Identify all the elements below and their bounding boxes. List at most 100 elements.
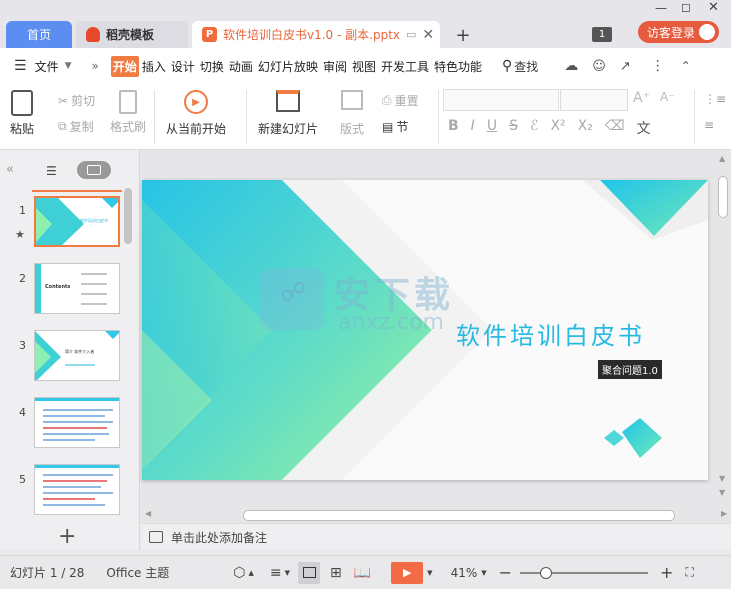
monitor-icon[interactable]: ▭ (406, 28, 416, 41)
superscript-icon[interactable]: X² (550, 118, 565, 138)
menu-developer[interactable]: 开发工具 (379, 56, 431, 77)
brush-icon (119, 90, 137, 114)
double-chevron-icon[interactable]: » (92, 59, 99, 73)
close-window-icon[interactable]: ✕ (708, 0, 719, 15)
subscript-icon[interactable]: X₂ (578, 118, 593, 138)
font-grow-icon[interactable]: A⁺ (633, 90, 650, 106)
caret-icon[interactable]: ▼ (427, 569, 432, 577)
scroll-down-icon[interactable]: ▼ (719, 474, 725, 483)
slide-thumbnail-3[interactable]: 简介 软件介入者 (34, 330, 120, 381)
zoom-slider-knob[interactable] (540, 566, 552, 579)
font-size-select[interactable] (560, 89, 628, 111)
minimize-icon[interactable]: — (655, 1, 667, 15)
search-icon[interactable]: ⚲ (502, 58, 512, 74)
menu-start[interactable]: 开始 (110, 55, 139, 77)
scroll-up-icon[interactable]: ▲ (719, 154, 725, 163)
notes-toggle-icon[interactable]: ≡ (270, 565, 282, 581)
menu-slideshow[interactable]: 幻灯片放映 (256, 56, 320, 77)
scroll-down-icon[interactable]: ▼ (719, 488, 725, 497)
slide-thumbnail-4[interactable] (34, 397, 120, 448)
play-from-current-button[interactable]: ▶ 从当前开始 (166, 90, 226, 137)
slide-thumbnail-2[interactable]: Contents (34, 263, 120, 314)
more-icon[interactable]: ⋮ (651, 58, 665, 74)
chevron-down-icon[interactable]: ▼ (65, 61, 72, 71)
new-slide-button[interactable]: 新建幻灯片 (258, 90, 318, 137)
pptx-file-icon: P (202, 27, 217, 42)
caret-icon[interactable]: ▼ (285, 569, 290, 577)
scroll-right-icon[interactable]: ▶ (721, 509, 727, 518)
menu-review[interactable]: 审阅 (321, 56, 349, 77)
menu-special[interactable]: 特色功能 (432, 56, 484, 77)
reset-button[interactable]: ⎙ 重置 (382, 92, 419, 109)
new-tab-button[interactable]: + (452, 24, 474, 46)
tab-document[interactable]: P 软件培训白皮书v1.0 - 副本.pptx ▭ ✕ (192, 21, 440, 48)
caret-icon[interactable]: ▲ (248, 569, 253, 577)
login-button[interactable]: 访客登录 (638, 21, 719, 43)
collapse-ribbon-icon[interactable]: ⌃ (681, 59, 691, 73)
font-shrink-icon[interactable]: A⁻ (660, 90, 675, 104)
horizontal-scrollbar[interactable] (243, 510, 675, 521)
zoom-out-icon[interactable]: − (499, 563, 512, 582)
slide-thumbnail-1[interactable]: 软件培训白皮书 (34, 196, 120, 247)
caret-icon[interactable]: ▼ (481, 569, 486, 577)
play-button[interactable]: ▶ (391, 561, 424, 584)
hamburger-icon[interactable]: ☰ (14, 58, 27, 74)
italic-icon[interactable]: I (471, 118, 475, 138)
format-painter-button[interactable]: 格式刷 (110, 90, 146, 135)
align-left-icon[interactable]: ≡ (704, 118, 714, 132)
pinyin-icon[interactable]: 文 (637, 118, 651, 138)
font-family-select[interactable] (443, 89, 559, 111)
add-slide-button[interactable]: + (58, 524, 76, 549)
slide-number: 2 (19, 272, 26, 285)
menu-animation[interactable]: 动画 (227, 56, 255, 77)
close-tab-icon[interactable]: ✕ (422, 27, 434, 43)
menu-view[interactable]: 视图 (350, 56, 378, 77)
slide-thumbnail-5[interactable] (34, 464, 120, 515)
notes-pane[interactable]: 单击此处添加备注 (141, 523, 731, 550)
clear-format-icon[interactable]: ⌫ (605, 118, 625, 138)
menu-file[interactable]: 文件 (33, 56, 61, 77)
zoom-level[interactable]: 41% (451, 566, 478, 580)
thumbnail-scrollbar[interactable] (124, 188, 132, 244)
layout-button[interactable]: 版式 (340, 90, 364, 137)
bold-icon[interactable]: B (448, 118, 459, 138)
menu-transition[interactable]: 切换 (198, 56, 226, 77)
ribbon-toolbar: 粘贴 ✂ 剪切 ⧉ 复制 格式刷 ▶ 从当前开始 新建幻灯片 版式 ⎙ 重置 ▤ 节 A… (0, 84, 731, 150)
tab-template[interactable]: 稻壳模板 (76, 21, 188, 48)
tab-template-label: 稻壳模板 (106, 28, 155, 42)
slide-canvas[interactable]: ☍ 安下载 anxz.com 软件培训白皮书 聚合问题1.0 (142, 180, 708, 480)
share-icon[interactable]: ↗ (620, 59, 631, 74)
reading-view-icon[interactable]: 📖 (354, 565, 371, 581)
add-user-icon[interactable]: ☺ (592, 59, 606, 74)
tab-home[interactable]: 首页 (6, 21, 72, 48)
vertical-scrollbar[interactable] (718, 176, 728, 218)
menu-design[interactable]: 设计 (169, 56, 197, 77)
new-slide-label: 新建幻灯片 (258, 122, 319, 136)
fit-window-icon[interactable]: ⛶ (685, 565, 693, 580)
cube-icon[interactable]: ⬡ (233, 565, 245, 581)
cut-button[interactable]: ✂ 剪切 (58, 92, 95, 109)
menu-search[interactable]: 查找 (514, 58, 538, 75)
maximize-icon[interactable]: ◻ (681, 0, 691, 14)
window-count-badge[interactable]: 1 (592, 27, 612, 42)
normal-view-icon[interactable] (298, 561, 320, 584)
zoom-in-icon[interactable]: + (660, 563, 673, 582)
shadow-icon[interactable]: ℰ (530, 118, 538, 138)
slide-title[interactable]: 软件培训白皮书 (456, 316, 645, 351)
outline-view-icon[interactable]: ☰ (46, 164, 57, 178)
grid-view-icon[interactable]: ⊞ (330, 565, 342, 581)
paste-button[interactable]: 粘贴 (10, 90, 34, 137)
zoom-slider[interactable] (520, 566, 649, 579)
thumbnail-view-toggle[interactable] (77, 161, 111, 179)
scroll-left-icon[interactable]: ◀ (145, 509, 151, 518)
underline-icon[interactable]: U (487, 118, 497, 138)
slide-subtitle[interactable]: 聚合问题1.0 (598, 360, 662, 379)
section-button[interactable]: ▤ 节 (382, 118, 408, 135)
theme-name[interactable]: Office 主题 (106, 564, 169, 581)
strikethrough-icon[interactable]: S (509, 118, 518, 138)
collapse-pane-icon[interactable]: « (6, 162, 14, 177)
cloud-icon[interactable]: ☁ (564, 58, 578, 74)
bullets-icon[interactable]: ⋮≡ (704, 92, 726, 106)
menu-insert[interactable]: 插入 (140, 56, 168, 77)
copy-button[interactable]: ⧉ 复制 (58, 118, 94, 135)
